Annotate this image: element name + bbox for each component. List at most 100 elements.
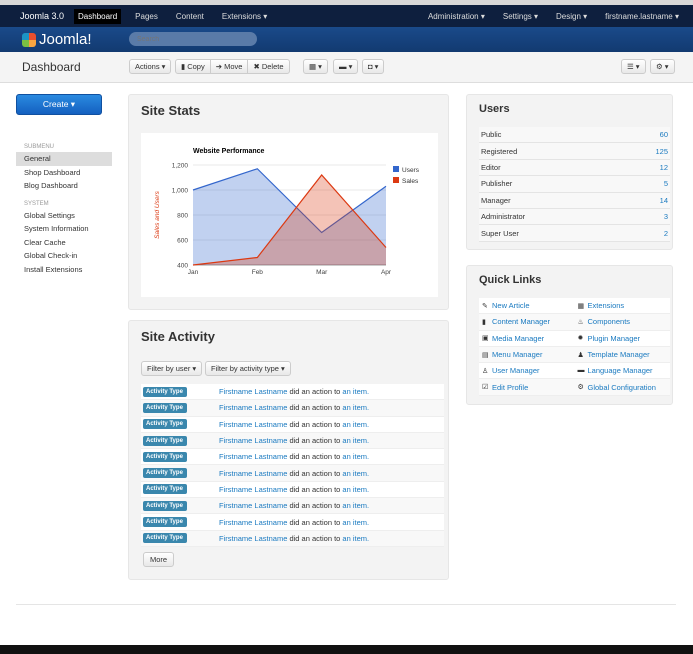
nav-extensions[interactable]: Extensions ▾ [218,9,271,24]
site-activity-title: Site Activity [141,329,215,344]
quick-link-content-manager[interactable]: ▮ Content Manager [479,317,575,326]
user-link[interactable]: Firstname Lastname [219,518,287,527]
settings-dropdown[interactable]: ⚙ ▾ [650,59,675,74]
sidebar-item-global-check-in[interactable]: Global Check-in [16,249,112,263]
user-group-count[interactable]: 14 [660,196,668,205]
nav-design[interactable]: Design ▾ [552,9,591,24]
item-link[interactable]: an item. [342,485,369,494]
user-link[interactable]: Firstname Lastname [219,452,287,461]
quick-link-global-configuration[interactable]: ⚙ Global Configuration [575,383,671,392]
quick-link-new-article[interactable]: ✎ New Article [479,301,575,310]
nav-dashboard[interactable]: Dashboard [74,8,122,24]
quick-link-label[interactable]: Extensions [588,301,625,310]
delete-button[interactable]: ✖ Delete [248,60,288,73]
nav-administration[interactable]: Administration ▾ [424,9,489,24]
sidebar-item-blog-dashboard[interactable]: Blog Dashboard [16,179,112,193]
quick-link-label[interactable]: Language Manager [588,366,653,375]
quick-link-language-manager[interactable]: ▬ Language Manager [575,366,671,375]
activity-text: Firstname Lastname did an action to an i… [219,436,369,445]
user-link[interactable]: Firstname Lastname [219,469,287,478]
quick-link-label[interactable]: Menu Manager [492,350,542,359]
item-link[interactable]: an item. [342,387,369,396]
x-tick-label: Jan [188,269,199,276]
quick-link-label[interactable]: Content Manager [492,317,550,326]
sidebar-item-global-settings[interactable]: Global Settings [16,209,112,223]
user-group-count[interactable]: 2 [664,229,668,238]
filter-by-activity-type[interactable]: Filter by activity type ▾ [205,361,291,376]
calendar-icon: ▦ ▾ [309,62,322,71]
item-link[interactable]: an item. [342,534,369,543]
user-link[interactable]: Firstname Lastname [219,403,287,412]
quick-link-label[interactable]: Plugin Manager [588,334,641,343]
user-link[interactable]: Firstname Lastname [219,501,287,510]
user-group-count[interactable]: 12 [660,163,668,172]
joomla-logo-icon [22,32,36,47]
item-link[interactable]: an item. [342,469,369,478]
folder-dropdown[interactable]: ▬ ▾ [333,59,359,74]
activity-description: did an action to [287,468,343,478]
quick-link-label[interactable]: Global Configuration [588,383,656,392]
quick-link-label[interactable]: User Manager [492,366,540,375]
user-group-count[interactable]: 125 [655,147,668,156]
user-link[interactable]: Firstname Lastname [219,420,287,429]
quick-link-extensions[interactable]: ▦ Extensions [575,301,671,310]
quick-link-menu-manager[interactable]: ▤ Menu Manager [479,350,575,359]
item-link[interactable]: an item. [342,501,369,510]
user-group-count[interactable]: 3 [664,212,668,221]
comment-icon: ▬ [577,367,585,375]
quick-link-media-manager[interactable]: ▣ Media Manager [479,334,575,343]
quick-link-label[interactable]: Edit Profile [492,383,528,392]
quick-link-components[interactable]: ♨ Components [575,317,671,326]
sidebar-item-clear-cache[interactable]: Clear Cache [16,236,112,250]
quick-link-template-manager[interactable]: ♟ Template Manager [575,350,671,359]
sidebar-item-general[interactable]: General [16,152,112,166]
activity-text: Firstname Lastname did an action to an i… [219,420,369,429]
y-axis-label: Sales and Users [154,190,161,238]
legend-swatch-sales [393,177,399,183]
nav-pages[interactable]: Pages [131,9,162,24]
user-group-label: Super User [481,228,519,238]
list-view-dropdown[interactable]: ☰ ▾ [621,59,646,74]
filter-by-user[interactable]: Filter by user ▾ [141,361,203,376]
quick-link-user-manager[interactable]: ♙ User Manager [479,366,575,375]
move-button[interactable]: ➔ Move [211,60,249,73]
quick-link-label[interactable]: Media Manager [492,334,544,343]
quick-link-label[interactable]: Components [588,317,631,326]
user-group-label: Administrator [481,212,526,222]
item-link[interactable]: an item. [342,452,369,461]
item-link[interactable]: an item. [342,436,369,445]
user-link[interactable]: Firstname Lastname [219,436,287,445]
inbox-dropdown[interactable]: ◘ ▾ [362,59,385,74]
nav-content[interactable]: Content [172,9,208,24]
gear-icon: ⚙ ▾ [656,62,669,71]
quick-link-label[interactable]: Template Manager [588,350,650,359]
sidebar-item-system-information[interactable]: System Information [16,222,112,236]
actions-button[interactable]: Actions ▾ [129,59,172,74]
user-group-count[interactable]: 5 [664,179,668,188]
brand[interactable]: Joomla 3.0 [16,8,68,24]
calendar-dropdown[interactable]: ▦ ▾ [303,59,328,74]
item-link[interactable]: an item. [342,518,369,527]
quick-link-label[interactable]: New Article [492,301,530,310]
item-link[interactable]: an item. [342,420,369,429]
file-icon: ▮ [482,318,486,326]
user-group-row: Administrator 3 [479,208,670,226]
quick-link-edit-profile[interactable]: ☑ Edit Profile [479,383,575,392]
user-link[interactable]: Firstname Lastname [219,485,287,494]
quick-link-plugin-manager[interactable]: ✹ Plugin Manager [575,334,671,343]
user-link[interactable]: Firstname Lastname [219,387,287,396]
sidebar-item-shop-dashboard[interactable]: Shop Dashboard [16,166,112,180]
copy-label: Copy [187,62,205,71]
user-link[interactable]: Firstname Lastname [219,534,287,543]
more-button[interactable]: More [143,552,175,567]
create-button[interactable]: Create ▾ [16,94,102,115]
gear-icon: ⚙ [577,384,584,392]
user-group-count[interactable]: 60 [660,130,668,139]
sidebar-item-install-extensions[interactable]: Install Extensions [16,263,112,277]
nav-user-menu[interactable]: firstname.lastname ▾ [601,9,683,24]
item-link[interactable]: an item. [342,403,369,412]
joomla-logo[interactable]: Joomla! [22,31,92,48]
search-input[interactable] [129,32,257,46]
copy-button[interactable]: ▮ Copy [176,60,211,73]
nav-settings[interactable]: Settings ▾ [499,9,542,24]
